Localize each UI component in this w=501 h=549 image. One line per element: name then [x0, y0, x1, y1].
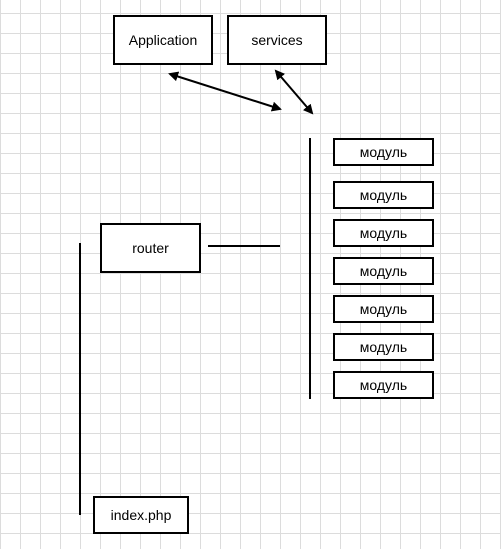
module-label: модуль	[359, 144, 408, 160]
router-node: router	[100, 223, 201, 273]
application-node: Application	[113, 15, 213, 65]
module-node: модуль	[333, 257, 434, 285]
module-node: модуль	[333, 371, 434, 399]
module-label: модуль	[359, 225, 408, 241]
module-label: модуль	[359, 187, 408, 203]
arrow-services	[274, 69, 314, 115]
module-label: модуль	[359, 301, 408, 317]
module-label: модуль	[359, 263, 408, 279]
index-label: index.php	[110, 507, 172, 523]
router-label: router	[132, 240, 169, 256]
application-label: Application	[128, 32, 198, 48]
module-node: модуль	[333, 138, 434, 166]
module-node: модуль	[333, 219, 434, 247]
module-node: модуль	[333, 295, 434, 323]
services-label: services	[251, 32, 303, 48]
index-node: index.php	[93, 496, 189, 534]
services-node: services	[227, 15, 327, 65]
module-label: модуль	[359, 377, 408, 393]
module-label: модуль	[359, 339, 408, 355]
arrow-application	[168, 71, 282, 112]
module-node: модуль	[333, 181, 434, 209]
module-node: модуль	[333, 333, 434, 361]
